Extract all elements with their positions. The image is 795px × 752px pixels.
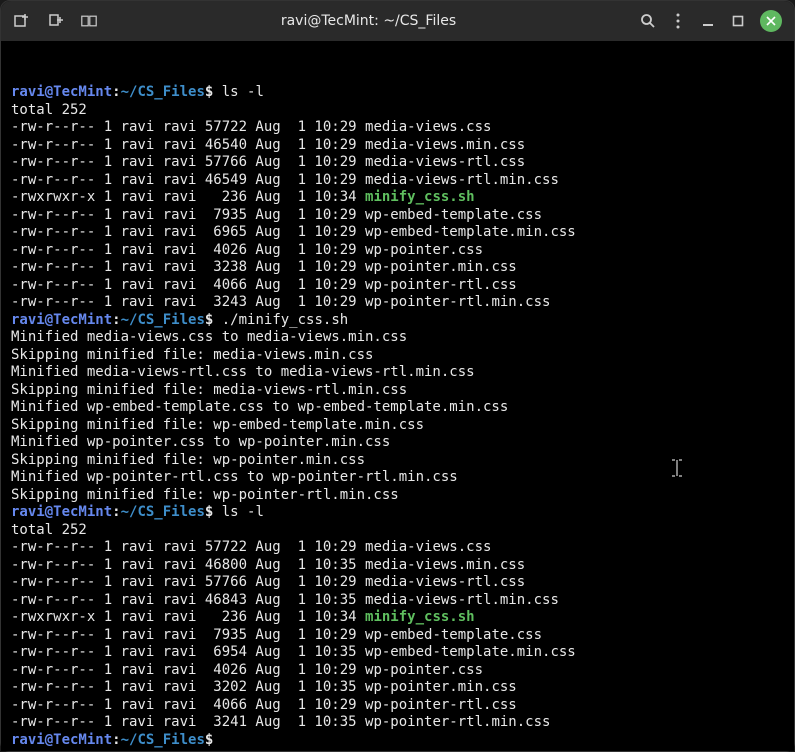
maximize-button[interactable] (730, 13, 746, 29)
script-output-line: Minified wp-embed-template.css to wp-emb… (11, 399, 784, 417)
script-output-line: Skipping minified file: wp-pointer.min.c… (11, 452, 784, 470)
ls-row: -rw-r--r-- 1 ravi ravi 46549 Aug 1 10:29… (11, 172, 784, 190)
ls-row: -rw-r--r-- 1 ravi ravi 4066 Aug 1 10:29 … (11, 277, 784, 295)
titlebar: ravi@TecMint: ~/CS_Files (1, 1, 794, 41)
script-output-line: Minified wp-pointer-rtl.css to wp-pointe… (11, 469, 784, 487)
script-output-line: Minified wp-pointer.css to wp-pointer.mi… (11, 434, 784, 452)
script-output-line: Skipping minified file: media-views.min.… (11, 347, 784, 365)
window-title: ravi@TecMint: ~/CS_Files (97, 13, 640, 29)
prompt-line: ravi@TecMint:~/CS_Files$ ls -l (11, 504, 784, 522)
script-output-line: Minified media-views-rtl.css to media-vi… (11, 364, 784, 382)
ls-row: -rw-r--r-- 1 ravi ravi 46540 Aug 1 10:29… (11, 137, 784, 155)
titlebar-left-icons (13, 13, 97, 29)
total-line: total 252 (11, 102, 784, 120)
ls-row: -rwxrwxr-x 1 ravi ravi 236 Aug 1 10:34 m… (11, 189, 784, 207)
total-line: total 252 (11, 522, 784, 540)
script-output-line: Skipping minified file: wp-embed-templat… (11, 417, 784, 435)
new-window-button[interactable] (47, 13, 63, 29)
ls-row: -rw-r--r-- 1 ravi ravi 46800 Aug 1 10:35… (11, 557, 784, 575)
script-output-line: Skipping minified file: media-views-rtl.… (11, 382, 784, 400)
new-tab-button[interactable] (13, 13, 29, 29)
menu-button[interactable] (670, 13, 686, 29)
ls-row: -rw-r--r-- 1 ravi ravi 3238 Aug 1 10:29 … (11, 259, 784, 277)
search-button[interactable] (640, 13, 656, 29)
ls-row: -rwxrwxr-x 1 ravi ravi 236 Aug 1 10:34 m… (11, 609, 784, 627)
ls-row: -rw-r--r-- 1 ravi ravi 4066 Aug 1 10:29 … (11, 697, 784, 715)
split-button[interactable] (81, 13, 97, 29)
titlebar-right-icons (640, 10, 782, 32)
prompt-line: ravi@TecMint:~/CS_Files$ ls -l (11, 84, 784, 102)
script-output-line: Skipping minified file: wp-pointer-rtl.m… (11, 487, 784, 505)
ls-row: -rw-r--r-- 1 ravi ravi 46843 Aug 1 10:35… (11, 592, 784, 610)
ls-row: -rw-r--r-- 1 ravi ravi 3243 Aug 1 10:29 … (11, 294, 784, 312)
minimize-button[interactable] (700, 13, 716, 29)
ls-row: -rw-r--r-- 1 ravi ravi 4026 Aug 1 10:29 … (11, 662, 784, 680)
terminal-output[interactable]: ravi@TecMint:~/CS_Files$ ls -ltotal 252-… (1, 41, 794, 751)
ls-row: -rw-r--r-- 1 ravi ravi 7935 Aug 1 10:29 … (11, 627, 784, 645)
close-button[interactable] (760, 10, 782, 32)
ls-row: -rw-r--r-- 1 ravi ravi 57722 Aug 1 10:29… (11, 539, 784, 557)
prompt-line: ravi@TecMint:~/CS_Files$ (11, 732, 784, 750)
prompt-line: ravi@TecMint:~/CS_Files$ ./minify_css.sh (11, 312, 784, 330)
ls-row: -rw-r--r-- 1 ravi ravi 6954 Aug 1 10:35 … (11, 644, 784, 662)
ls-row: -rw-r--r-- 1 ravi ravi 6965 Aug 1 10:29 … (11, 224, 784, 242)
ls-row: -rw-r--r-- 1 ravi ravi 7935 Aug 1 10:29 … (11, 207, 784, 225)
ls-row: -rw-r--r-- 1 ravi ravi 57722 Aug 1 10:29… (11, 119, 784, 137)
ls-row: -rw-r--r-- 1 ravi ravi 57766 Aug 1 10:29… (11, 154, 784, 172)
ls-row: -rw-r--r-- 1 ravi ravi 4026 Aug 1 10:29 … (11, 242, 784, 260)
ls-row: -rw-r--r-- 1 ravi ravi 3202 Aug 1 10:35 … (11, 679, 784, 697)
script-output-line: Minified media-views.css to media-views.… (11, 329, 784, 347)
ls-row: -rw-r--r-- 1 ravi ravi 3241 Aug 1 10:35 … (11, 714, 784, 732)
ls-row: -rw-r--r-- 1 ravi ravi 57766 Aug 1 10:29… (11, 574, 784, 592)
